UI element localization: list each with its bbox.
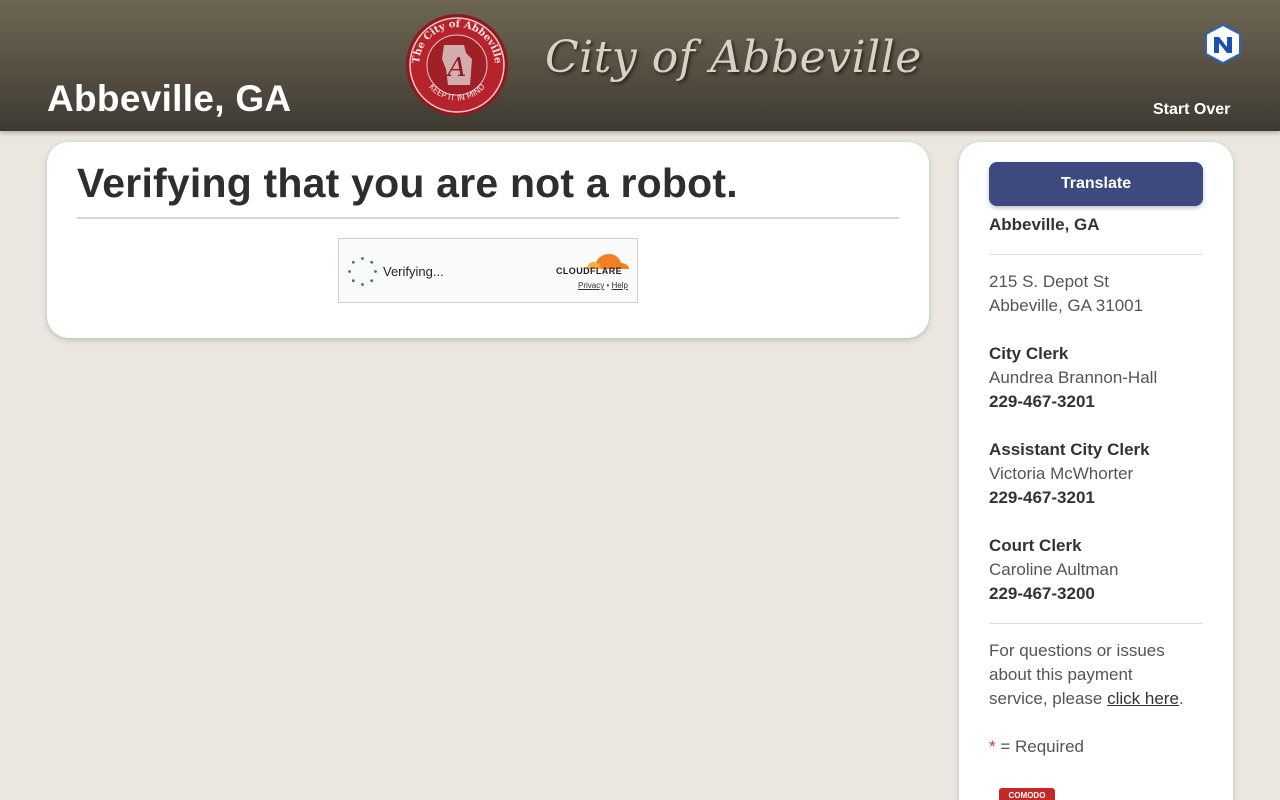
- contact-title: Assistant City Clerk: [989, 440, 1150, 459]
- divider: [77, 217, 899, 219]
- contact-phone[interactable]: 229-467-3201: [989, 390, 1095, 414]
- loading-spinner-icon: [348, 257, 377, 286]
- help-text-end: .: [1178, 689, 1184, 708]
- help-text-line-3: service, please click here.: [989, 687, 1184, 711]
- link-separator: •: [606, 281, 610, 290]
- contact-name: Caroline Aultman: [989, 560, 1119, 579]
- hexagon-logo-icon[interactable]: [1203, 23, 1243, 65]
- info-sidebar: Translate Abbeville, GA 215 S. Depot St …: [959, 142, 1233, 800]
- privacy-link[interactable]: Privacy: [578, 281, 604, 290]
- cloudflare-captcha-widget[interactable]: Verifying... CLOUDFLARE Privacy • Help: [338, 238, 638, 303]
- org-name: Abbeville, GA: [989, 215, 1100, 234]
- captcha-status: Verifying...: [383, 264, 444, 279]
- required-star: *: [989, 737, 996, 756]
- contact-name: Aundrea Brannon-Hall: [989, 368, 1158, 387]
- translate-button[interactable]: Translate: [989, 162, 1203, 206]
- help-text-line-2: about this payment: [989, 665, 1133, 684]
- contact-phone[interactable]: 229-467-3201: [989, 486, 1095, 510]
- svg-text:A: A: [446, 53, 467, 83]
- help-text-line-1: For questions or issues: [989, 641, 1165, 660]
- required-note: * = Required: [989, 735, 1084, 759]
- comodo-secure-badge[interactable]: COMODO: [999, 788, 1055, 800]
- click-here-link[interactable]: click here: [1107, 689, 1179, 708]
- help-link[interactable]: Help: [612, 281, 628, 290]
- contact-title: City Clerk: [989, 344, 1069, 363]
- verification-card: Verifying that you are not a robot. Veri…: [47, 142, 929, 338]
- site-name: Abbeville, GA: [47, 78, 292, 119]
- captcha-links: Privacy • Help: [578, 281, 628, 290]
- divider: [989, 254, 1203, 255]
- help-text-prefix: service, please: [989, 689, 1108, 708]
- contact-phone[interactable]: 229-467-3200: [989, 582, 1095, 606]
- divider: [989, 623, 1203, 624]
- city-seal-logo: A The City of Abbeville KEEP IT IN MIND: [406, 14, 508, 116]
- required-text: = Required: [995, 737, 1084, 756]
- site-header: Abbeville, GA A The City of Abbeville KE…: [0, 0, 1280, 131]
- contact-title: Court Clerk: [989, 536, 1082, 555]
- city-script-title: City of Abbeville: [545, 32, 922, 83]
- address-line-1: 215 S. Depot St: [989, 272, 1110, 291]
- start-over-link[interactable]: Start Over: [1153, 101, 1230, 119]
- contact-name: Victoria McWhorter: [989, 464, 1134, 483]
- cloudflare-brand: CLOUDFLARE: [556, 266, 622, 276]
- address-line-2: Abbeville, GA 31001: [989, 296, 1144, 315]
- page-title: Verifying that you are not a robot.: [77, 160, 738, 206]
